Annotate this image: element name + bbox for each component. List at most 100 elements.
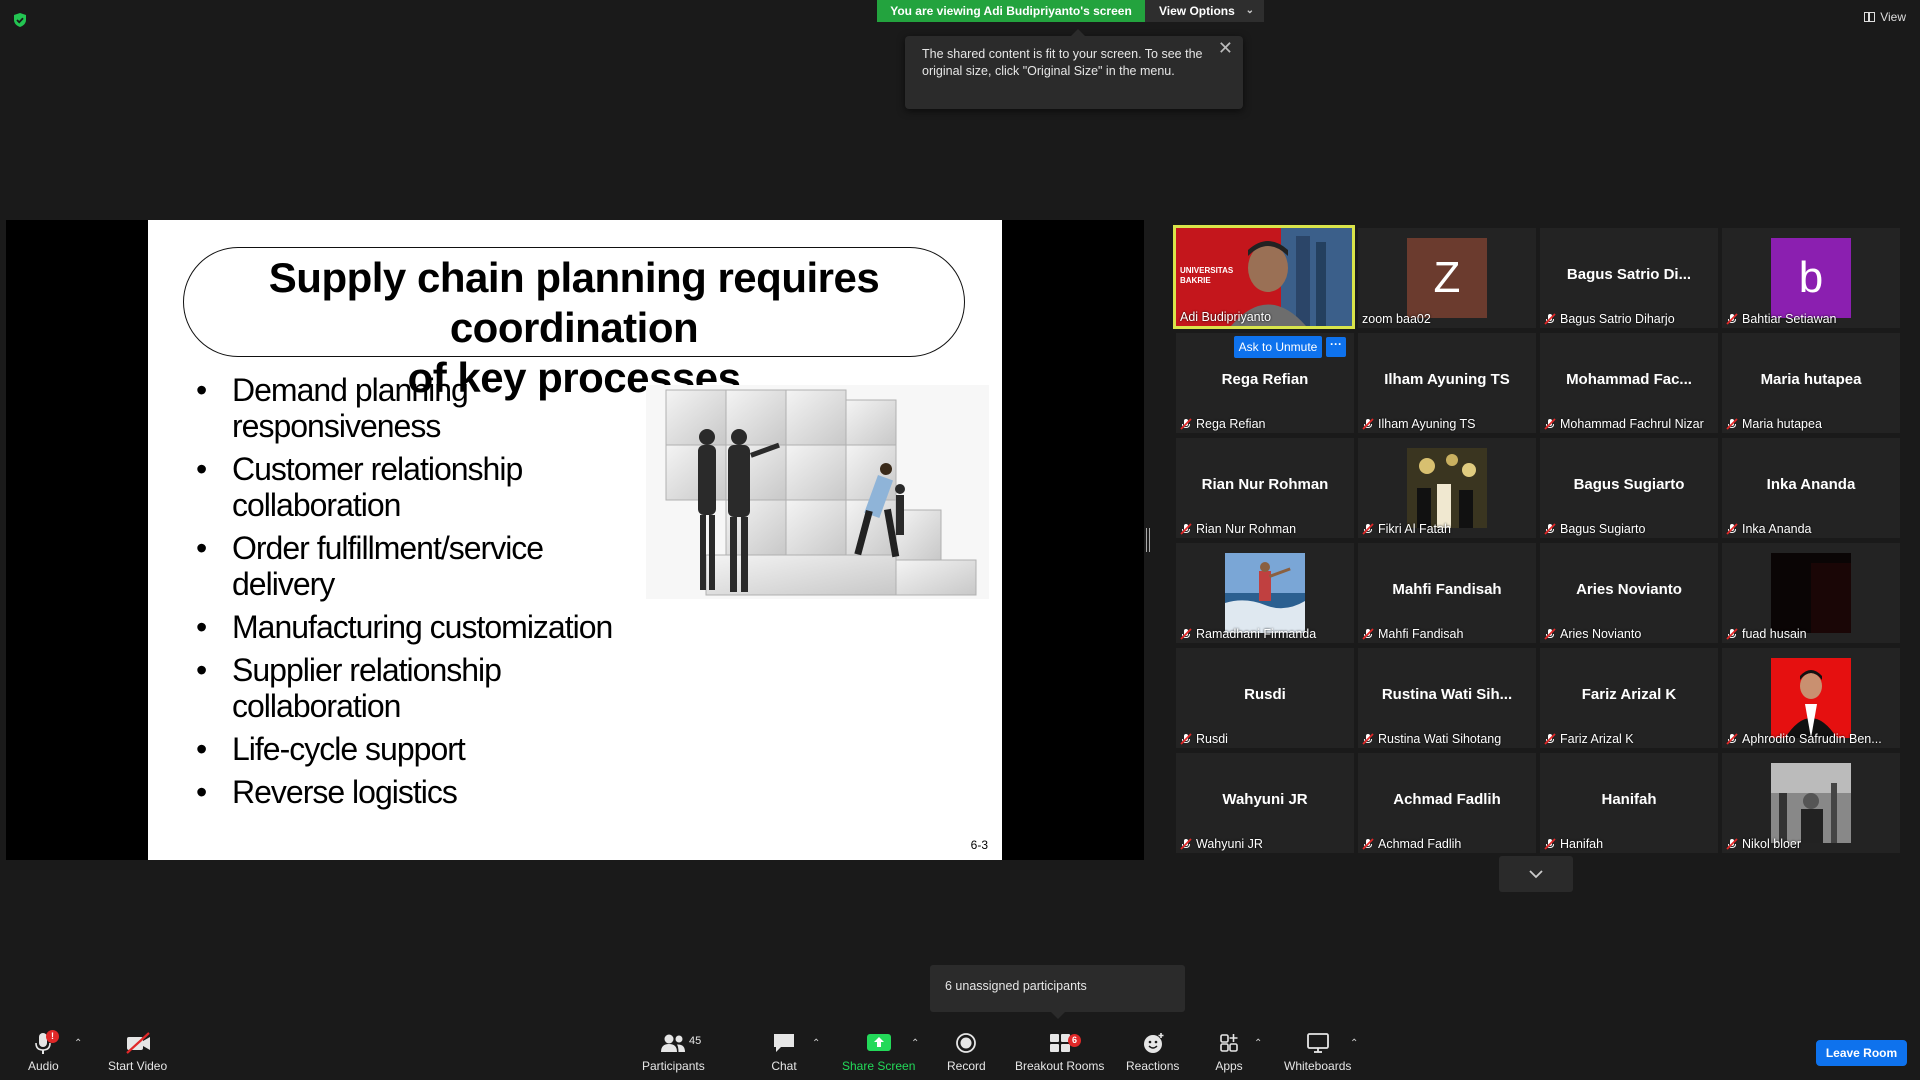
participant-tile[interactable]: Zzoom baa02	[1358, 228, 1536, 328]
participant-display-name: Inka Ananda	[1766, 476, 1856, 493]
more-options-button[interactable]: ···	[1326, 337, 1346, 357]
participant-tile[interactable]: Maria hutapea Maria hutapea	[1722, 333, 1900, 433]
participant-display-name: Maria hutapea	[1760, 371, 1862, 388]
apps-icon	[1220, 1034, 1238, 1052]
participant-display-name: Rusdi	[1244, 686, 1286, 703]
share-screen-icon	[866, 1034, 891, 1051]
view-options-label: View Options	[1159, 4, 1235, 18]
participant-tile[interactable]: Fikri Al Fatah	[1358, 438, 1536, 538]
participant-name: Maria hutapea	[1742, 417, 1822, 431]
chat-button[interactable]: Chat	[769, 1030, 799, 1073]
participant-name-label: Rustina Wati Sihotang	[1362, 732, 1501, 746]
slide-bullet: Life-cycle support	[196, 731, 646, 767]
slide-bullet: Reverse logistics	[196, 774, 646, 810]
participant-tile[interactable]: Aphrodito Safrudin Ben...	[1722, 648, 1900, 748]
participant-name: Bahtiar Setiawan	[1742, 312, 1837, 326]
participant-name: Mahfi Fandisah	[1378, 627, 1464, 641]
participant-name-label: Bagus Satrio Diharjo	[1544, 312, 1675, 326]
chat-options-caret[interactable]: ⌃	[812, 1038, 820, 1049]
audio-options-caret[interactable]: ⌃	[74, 1038, 82, 1049]
resize-handle[interactable]	[1146, 528, 1150, 552]
participant-profile-photo	[1771, 553, 1851, 633]
mic-muted-icon	[1726, 733, 1738, 745]
layout-icon	[1864, 12, 1876, 22]
participant-tile[interactable]: Nikol bloer	[1722, 753, 1900, 853]
participant-tile[interactable]: Inka Ananda Inka Ananda	[1722, 438, 1900, 538]
participant-tile[interactable]: Ilham Ayuning TS Ilham Ayuning TS	[1358, 333, 1536, 433]
participant-name-label: Rega Refian	[1180, 417, 1266, 431]
share-options-caret[interactable]: ⌃	[911, 1038, 919, 1049]
participant-tile[interactable]: b Bahtiar Setiawan	[1722, 228, 1900, 328]
participant-name-label: Maria hutapea	[1726, 417, 1822, 431]
apps-options-caret[interactable]: ⌃	[1254, 1038, 1262, 1049]
participant-name: zoom baa02	[1362, 312, 1431, 326]
participant-display-name: Rian Nur Rohman	[1201, 476, 1329, 493]
participant-name-label: Wahyuni JR	[1180, 837, 1263, 851]
participant-name-label: Rusdi	[1180, 732, 1228, 746]
unassigned-participants-tooltip: 6 unassigned participants	[930, 965, 1185, 1019]
participant-name: Bagus Satrio Diharjo	[1560, 312, 1675, 326]
mic-muted-icon	[1544, 523, 1556, 535]
breakout-rooms-label: Breakout Rooms	[1015, 1059, 1105, 1073]
mic-muted-icon	[1180, 523, 1192, 535]
mic-muted-icon	[1726, 313, 1738, 325]
participant-tile[interactable]: Rustina Wati Sih... Rustina Wati Sihotang	[1358, 648, 1536, 748]
start-video-button[interactable]: Start Video	[108, 1030, 167, 1073]
participants-count: 45	[689, 1035, 702, 1047]
participant-tile[interactable]: Rusdi Rusdi	[1176, 648, 1354, 748]
participant-name-label: Aries Novianto	[1544, 627, 1641, 641]
participant-profile-photo	[1771, 763, 1851, 843]
leave-room-button[interactable]: Leave Room	[1816, 1040, 1907, 1066]
gallery-next-page-button[interactable]	[1499, 856, 1573, 892]
participant-tile[interactable]: Bagus Satrio Di... Bagus Satrio Diharjo	[1540, 228, 1718, 328]
participant-name-label: Mahfi Fandisah	[1362, 627, 1463, 641]
whiteboards-options-caret[interactable]: ⌃	[1350, 1038, 1358, 1049]
participant-tile[interactable]: Bagus Sugiarto Bagus Sugiarto	[1540, 438, 1718, 538]
view-options-button[interactable]: View Options ⌄	[1145, 0, 1264, 22]
whiteboards-button[interactable]: Whiteboards	[1284, 1030, 1351, 1073]
participant-name: Nikol bloer	[1742, 837, 1802, 851]
participant-tile[interactable]: Rian Nur Rohman Rian Nur Rohman	[1176, 438, 1354, 538]
participant-name: Adi Budipriyanto	[1180, 310, 1272, 324]
tooltip-text: The shared content is fit to your screen…	[922, 47, 1203, 78]
participant-tile[interactable]: Hanifah Hanifah	[1540, 753, 1718, 853]
participant-tile-active-speaker[interactable]: UNIVERSITAS BAKRIE Adi Budipriyanto	[1173, 225, 1355, 329]
ask-to-unmute-button[interactable]: Ask to Unmute	[1234, 336, 1322, 358]
participant-tile[interactable]: Aries Novianto Aries Novianto	[1540, 543, 1718, 643]
mic-muted-icon	[1544, 628, 1556, 640]
record-icon	[956, 1033, 977, 1053]
close-icon[interactable]: ✕	[1218, 39, 1233, 57]
participant-display-name: Bagus Satrio Di...	[1566, 266, 1692, 283]
participant-tile[interactable]: Mohammad Fac... Mohammad Fachrul Nizar	[1540, 333, 1718, 433]
participant-tile[interactable]: Achmad Fadlih Achmad Fadlih	[1358, 753, 1536, 853]
apps-button[interactable]: Apps	[1214, 1030, 1244, 1073]
mic-muted-icon	[1726, 418, 1738, 430]
share-screen-button[interactable]: Share Screen	[842, 1030, 915, 1073]
encryption-shield-icon[interactable]	[12, 12, 28, 28]
participant-tile[interactable]: Fariz Arizal K Fariz Arizal K	[1540, 648, 1718, 748]
participant-display-name: Fariz Arizal K	[1581, 686, 1677, 703]
breakout-rooms-button[interactable]: Breakout Rooms	[1015, 1030, 1104, 1073]
whiteboard-icon	[1306, 1033, 1329, 1053]
participant-tile[interactable]: Mahfi Fandisah Mahfi Fandisah	[1358, 543, 1536, 643]
participant-display-name: Rustina Wati Sih...	[1381, 686, 1513, 703]
participant-avatar: Z	[1407, 238, 1487, 318]
participant-tile[interactable]: Wahyuni JR Wahyuni JR	[1176, 753, 1354, 853]
mic-muted-icon	[1362, 418, 1374, 430]
chat-label: Chat	[771, 1059, 797, 1073]
chevron-down-icon: ⌄	[1245, 5, 1254, 16]
participant-profile-photo	[1771, 658, 1851, 738]
mic-muted-icon	[1726, 628, 1738, 640]
participant-name-label: Rian Nur Rohman	[1180, 522, 1296, 536]
slide-bullet: Customer relationship collaboration	[196, 451, 646, 523]
mic-muted-icon	[1544, 418, 1556, 430]
record-button[interactable]: Record	[947, 1030, 986, 1073]
view-button[interactable]: View	[1864, 10, 1906, 24]
video-off-icon	[125, 1032, 150, 1054]
reactions-button[interactable]: Reactions	[1126, 1030, 1179, 1073]
participant-tile[interactable]: Ramadhani Firmanda	[1176, 543, 1354, 643]
participant-name: Wahyuni JR	[1196, 837, 1263, 851]
participant-profile-photo	[1225, 553, 1305, 633]
shared-screen: Supply chain planning requires coordinat…	[6, 220, 1144, 860]
participant-tile[interactable]: fuad husain	[1722, 543, 1900, 643]
